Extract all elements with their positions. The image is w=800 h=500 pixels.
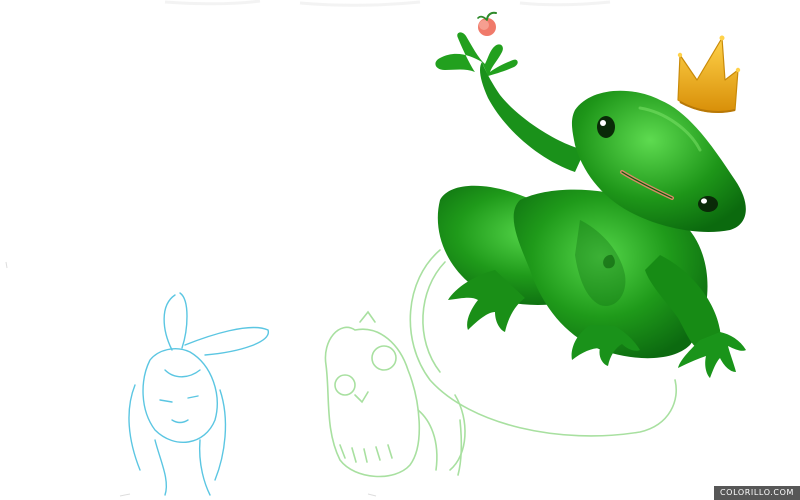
crown	[677, 37, 739, 113]
apple-illustration	[477, 11, 497, 36]
bottom-faint-strokes	[5, 261, 377, 497]
top-faint-strokes	[164, 0, 611, 7]
drawing-canvas[interactable]: COLORILLO.COM	[0, 0, 800, 500]
blue-sketch-girl	[128, 292, 269, 496]
frog-raised-arm	[480, 62, 585, 172]
frog-raised-hand	[435, 32, 518, 76]
frog-right-eye	[698, 196, 718, 212]
crown-illustration	[677, 35, 741, 113]
watermark: COLORILLO.COM	[714, 486, 800, 500]
drawing-svg	[5, 0, 746, 497]
frog-left-eye	[597, 116, 615, 138]
owl-sketch	[324, 326, 421, 478]
